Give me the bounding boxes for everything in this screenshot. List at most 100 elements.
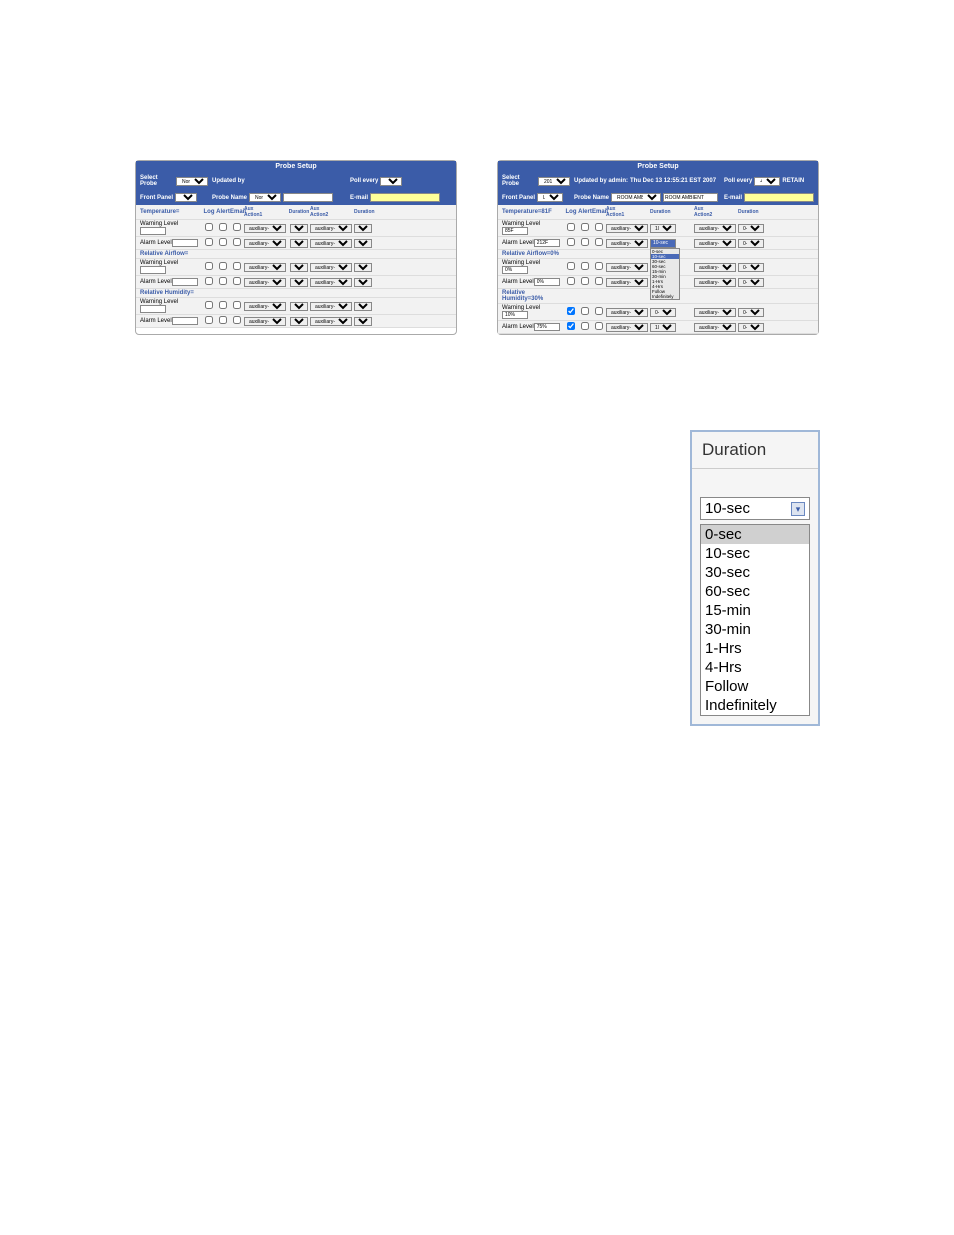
email-checkbox[interactable] [595,223,603,231]
duration-dropdown-list-open[interactable]: 0-sec10-sec30-sec60-sec15-min30-min1-Hrs… [650,248,680,300]
aux2-select[interactable]: auxiliary-1 [694,263,736,272]
email-checkbox[interactable] [233,277,241,285]
email-checkbox[interactable] [595,238,603,246]
log-checkbox[interactable] [205,301,213,309]
duration-option[interactable]: 0-sec [701,525,809,544]
aux1-select[interactable]: auxiliary-1 [606,278,648,287]
alarm-temp-input[interactable] [534,239,560,247]
alert-checkbox[interactable] [581,223,589,231]
log-checkbox[interactable] [567,307,575,315]
email-checkbox[interactable] [595,277,603,285]
log-checkbox[interactable] [567,262,575,270]
probe-name-dropdown[interactable]: None [249,193,281,202]
aux1-select[interactable]: auxiliary-1 [244,239,286,248]
dur1-select[interactable] [290,239,308,248]
aux1-select[interactable]: auxiliary-1 [244,224,286,233]
front-panel-dropdown[interactable] [175,193,197,202]
email-checkbox[interactable] [595,262,603,270]
log-checkbox[interactable] [205,277,213,285]
email-checkbox[interactable] [233,316,241,324]
dur2-select[interactable]: 0-sec [738,278,764,287]
duration-option[interactable]: 15-min [701,601,809,620]
dur1-select[interactable] [290,317,308,326]
alert-checkbox[interactable] [581,322,589,330]
alert-checkbox[interactable] [219,301,227,309]
aux2-select[interactable]: auxiliary-1 [694,308,736,317]
email-checkbox[interactable] [233,301,241,309]
alert-checkbox[interactable] [581,277,589,285]
alert-checkbox[interactable] [219,238,227,246]
alert-checkbox[interactable] [219,277,227,285]
probe-name-input[interactable] [283,193,333,202]
aux1-select[interactable]: auxiliary-1 [606,224,648,233]
dur2-select[interactable] [354,239,372,248]
alert-checkbox[interactable] [581,307,589,315]
aux1-select[interactable]: auxiliary-1 [606,263,648,272]
aux1-select[interactable]: auxiliary-1 [606,308,648,317]
alert-checkbox[interactable] [581,262,589,270]
alarm-humidity-input[interactable] [534,323,560,331]
alert-checkbox[interactable] [219,316,227,324]
dur1-select[interactable] [290,302,308,311]
dur2-select[interactable] [354,263,372,272]
email-input[interactable] [370,193,440,202]
warning-temp-input[interactable] [140,227,166,235]
duration-popup-select[interactable]: 10-sec ▾ [700,497,810,520]
duration-option[interactable]: Follow [701,677,809,696]
alarm-humidity-input[interactable] [172,317,198,325]
aux1-select[interactable]: auxiliary-1 [244,302,286,311]
log-checkbox[interactable] [205,223,213,231]
email-checkbox[interactable] [595,322,603,330]
aux1-select[interactable]: auxiliary-3 [606,323,648,332]
aux2-select[interactable]: auxiliary-1 [310,239,352,248]
dur2-select[interactable]: 0-sec [738,323,764,332]
duration-option[interactable]: 10-sec [701,544,809,563]
aux2-select[interactable]: auxiliary-1 [694,239,736,248]
dur2-select[interactable] [354,224,372,233]
duration-option[interactable]: 1-Hrs [701,639,809,658]
dur2-select[interactable]: 0-sec [738,308,764,317]
aux2-select[interactable]: auxiliary-1 [694,323,736,332]
duration-popup-list[interactable]: 0-sec10-sec30-sec60-sec15-min30-min1-Hrs… [700,524,810,716]
dur1-select-open[interactable]: 10-sec [650,239,676,248]
dur1-select[interactable] [290,224,308,233]
warning-temp-input[interactable] [502,227,528,235]
select-probe-dropdown[interactable]: 201123 [538,177,570,186]
alert-checkbox[interactable] [581,238,589,246]
dur2-select[interactable]: 0-sec [738,224,764,233]
duration-option[interactable]: 30-sec [701,563,809,582]
aux2-select[interactable]: auxiliary-1 [694,224,736,233]
aux2-select[interactable]: auxiliary-1 [694,278,736,287]
warning-humidity-input[interactable] [502,311,528,319]
email-checkbox[interactable] [233,262,241,270]
duration-option[interactable]: 30-min [701,620,809,639]
log-checkbox[interactable] [205,316,213,324]
probe-name-input[interactable] [663,193,718,202]
alarm-temp-input[interactable] [172,239,198,247]
aux2-select[interactable]: auxiliary-1 [310,278,352,287]
dur2-select[interactable] [354,302,372,311]
dur2-select[interactable] [354,317,372,326]
log-checkbox[interactable] [567,223,575,231]
poll-every-dropdown[interactable] [380,177,402,186]
log-checkbox[interactable] [205,262,213,270]
front-panel-dropdown[interactable]: LED 1 [537,193,563,202]
duration-option[interactable]: Indefinitely [651,294,679,299]
dur1-select[interactable]: 10-sec [650,224,676,233]
email-input[interactable] [744,193,814,202]
dur1-select[interactable]: 10-sec [650,323,676,332]
warning-humidity-input[interactable] [140,305,166,313]
duration-option[interactable]: Indefinitely [701,696,809,715]
log-checkbox[interactable] [567,277,575,285]
select-probe-dropdown[interactable]: None [176,177,208,186]
aux1-select[interactable]: auxiliary-1 [244,263,286,272]
dur1-select[interactable] [290,278,308,287]
poll-every-dropdown[interactable]: 4-Hrs [754,177,780,186]
aux2-select[interactable]: auxiliary-1 [310,263,352,272]
email-checkbox[interactable] [233,238,241,246]
probe-name-dropdown[interactable]: ROOM AMBIENT [611,193,661,202]
dur2-select[interactable]: 0-sec [738,263,764,272]
aux1-select[interactable]: auxiliary-1 [244,278,286,287]
dur2-select[interactable] [354,278,372,287]
log-checkbox[interactable] [205,238,213,246]
